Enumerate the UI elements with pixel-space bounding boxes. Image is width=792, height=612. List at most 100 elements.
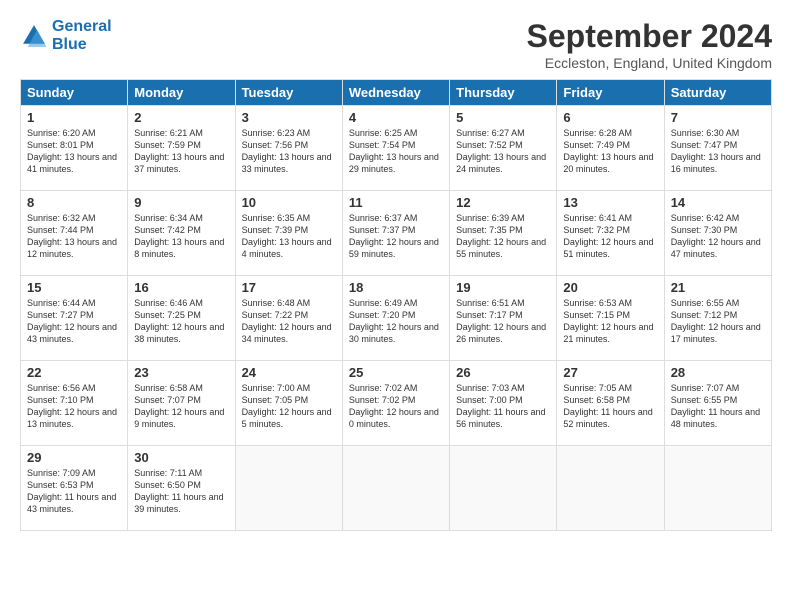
calendar-header-monday: Monday bbox=[128, 80, 235, 106]
month-title: September 2024 bbox=[527, 18, 772, 55]
day-number: 14 bbox=[671, 195, 765, 210]
calendar-header-friday: Friday bbox=[557, 80, 664, 106]
day-cell-29: 29 Sunrise: 7:09 AMSunset: 6:53 PMDayligh… bbox=[21, 446, 128, 531]
calendar-header-saturday: Saturday bbox=[664, 80, 771, 106]
logo-line2: Blue bbox=[52, 36, 87, 53]
day-number: 13 bbox=[563, 195, 657, 210]
cell-info: Sunrise: 6:55 AMSunset: 7:12 PMDaylight:… bbox=[671, 297, 765, 346]
day-cell-15: 15 Sunrise: 6:44 AMSunset: 7:27 PMDayligh… bbox=[21, 276, 128, 361]
day-number: 2 bbox=[134, 110, 228, 125]
day-number: 24 bbox=[242, 365, 336, 380]
day-number: 25 bbox=[349, 365, 443, 380]
calendar-body: 1 Sunrise: 6:20 AMSunset: 8:01 PMDaylight… bbox=[21, 106, 772, 531]
cell-info: Sunrise: 6:28 AMSunset: 7:49 PMDaylight:… bbox=[563, 127, 657, 176]
calendar-header-thursday: Thursday bbox=[450, 80, 557, 106]
cell-info: Sunrise: 6:27 AMSunset: 7:52 PMDaylight:… bbox=[456, 127, 550, 176]
day-cell-23: 23 Sunrise: 6:58 AMSunset: 7:07 PMDayligh… bbox=[128, 361, 235, 446]
day-cell-21: 21 Sunrise: 6:55 AMSunset: 7:12 PMDayligh… bbox=[664, 276, 771, 361]
cell-info: Sunrise: 6:44 AMSunset: 7:27 PMDaylight:… bbox=[27, 297, 121, 346]
title-block: September 2024 Eccleston, England, Unite… bbox=[527, 18, 772, 71]
day-cell-7: 7 Sunrise: 6:30 AMSunset: 7:47 PMDaylight… bbox=[664, 106, 771, 191]
location: Eccleston, England, United Kingdom bbox=[527, 55, 772, 71]
day-cell-4: 4 Sunrise: 6:25 AMSunset: 7:54 PMDaylight… bbox=[342, 106, 449, 191]
day-number: 21 bbox=[671, 280, 765, 295]
cell-info: Sunrise: 6:20 AMSunset: 8:01 PMDaylight:… bbox=[27, 127, 121, 176]
page: General Blue September 2024 Eccleston, E… bbox=[0, 0, 792, 612]
logo: General Blue bbox=[20, 18, 112, 53]
cell-info: Sunrise: 6:53 AMSunset: 7:15 PMDaylight:… bbox=[563, 297, 657, 346]
day-number: 3 bbox=[242, 110, 336, 125]
day-cell-11: 11 Sunrise: 6:37 AMSunset: 7:37 PMDayligh… bbox=[342, 191, 449, 276]
day-cell-30: 30Sunrise: 7:11 AMSunset: 6:50 PMDayligh… bbox=[128, 446, 235, 531]
day-cell-2: 2 Sunrise: 6:21 AMSunset: 7:59 PMDaylight… bbox=[128, 106, 235, 191]
day-cell-26: 26 Sunrise: 7:03 AMSunset: 7:00 PMDayligh… bbox=[450, 361, 557, 446]
cell-info: Sunrise: 7:09 AMSunset: 6:53 PMDaylight:… bbox=[27, 467, 121, 516]
cell-info: Sunrise: 6:51 AMSunset: 7:17 PMDaylight:… bbox=[456, 297, 550, 346]
day-number: 28 bbox=[671, 365, 765, 380]
day-number: 7 bbox=[671, 110, 765, 125]
cell-info: Sunrise: 6:49 AMSunset: 7:20 PMDaylight:… bbox=[349, 297, 443, 346]
empty-cell bbox=[557, 446, 664, 531]
day-cell-17: 17Sunrise: 6:48 AMSunset: 7:22 PMDayligh… bbox=[235, 276, 342, 361]
day-cell-12: 12Sunrise: 6:39 AMSunset: 7:35 PMDayligh… bbox=[450, 191, 557, 276]
calendar-week-1: 1 Sunrise: 6:20 AMSunset: 8:01 PMDaylight… bbox=[21, 106, 772, 191]
day-number: 4 bbox=[349, 110, 443, 125]
day-cell-1: 1 Sunrise: 6:20 AMSunset: 8:01 PMDaylight… bbox=[21, 106, 128, 191]
cell-info: Sunrise: 6:46 AMSunset: 7:25 PMDaylight:… bbox=[134, 297, 228, 346]
day-number: 26 bbox=[456, 365, 550, 380]
day-number: 16 bbox=[134, 280, 228, 295]
day-cell-28: 28Sunrise: 7:07 AMSunset: 6:55 PMDayligh… bbox=[664, 361, 771, 446]
cell-info: Sunrise: 6:48 AMSunset: 7:22 PMDaylight:… bbox=[242, 297, 336, 346]
day-number: 23 bbox=[134, 365, 228, 380]
day-number: 12 bbox=[456, 195, 550, 210]
cell-info: Sunrise: 6:34 AMSunset: 7:42 PMDaylight:… bbox=[134, 212, 228, 261]
cell-info: Sunrise: 6:42 AMSunset: 7:30 PMDaylight:… bbox=[671, 212, 765, 261]
day-number: 11 bbox=[349, 195, 443, 210]
day-cell-13: 13 Sunrise: 6:41 AMSunset: 7:32 PMDayligh… bbox=[557, 191, 664, 276]
day-cell-25: 25 Sunrise: 7:02 AMSunset: 7:02 PMDayligh… bbox=[342, 361, 449, 446]
empty-cell bbox=[235, 446, 342, 531]
cell-info: Sunrise: 6:41 AMSunset: 7:32 PMDaylight:… bbox=[563, 212, 657, 261]
day-cell-22: 22 Sunrise: 6:56 AMSunset: 7:10 PMDayligh… bbox=[21, 361, 128, 446]
calendar-week-3: 15 Sunrise: 6:44 AMSunset: 7:27 PMDayligh… bbox=[21, 276, 772, 361]
header: General Blue September 2024 Eccleston, E… bbox=[20, 18, 772, 71]
empty-cell bbox=[450, 446, 557, 531]
cell-info: Sunrise: 6:56 AMSunset: 7:10 PMDaylight:… bbox=[27, 382, 121, 431]
day-cell-14: 14 Sunrise: 6:42 AMSunset: 7:30 PMDayligh… bbox=[664, 191, 771, 276]
day-cell-16: 16 Sunrise: 6:46 AMSunset: 7:25 PMDayligh… bbox=[128, 276, 235, 361]
cell-info: Sunrise: 7:00 AMSunset: 7:05 PMDaylight:… bbox=[242, 382, 336, 431]
day-number: 10 bbox=[242, 195, 336, 210]
day-number: 20 bbox=[563, 280, 657, 295]
cell-info: Sunrise: 6:37 AMSunset: 7:37 PMDaylight:… bbox=[349, 212, 443, 261]
day-cell-9: 9Sunrise: 6:34 AMSunset: 7:42 PMDaylight… bbox=[128, 191, 235, 276]
empty-cell bbox=[342, 446, 449, 531]
calendar-header-wednesday: Wednesday bbox=[342, 80, 449, 106]
cell-info: Sunrise: 6:21 AMSunset: 7:59 PMDaylight:… bbox=[134, 127, 228, 176]
day-cell-8: 8 Sunrise: 6:32 AMSunset: 7:44 PMDaylight… bbox=[21, 191, 128, 276]
day-cell-18: 18Sunrise: 6:49 AMSunset: 7:20 PMDayligh… bbox=[342, 276, 449, 361]
day-cell-6: 6Sunrise: 6:28 AMSunset: 7:49 PMDaylight… bbox=[557, 106, 664, 191]
day-number: 29 bbox=[27, 450, 121, 465]
day-cell-20: 20 Sunrise: 6:53 AMSunset: 7:15 PMDayligh… bbox=[557, 276, 664, 361]
day-number: 5 bbox=[456, 110, 550, 125]
day-number: 27 bbox=[563, 365, 657, 380]
day-cell-5: 5 Sunrise: 6:27 AMSunset: 7:52 PMDaylight… bbox=[450, 106, 557, 191]
day-number: 19 bbox=[456, 280, 550, 295]
day-number: 1 bbox=[27, 110, 121, 125]
cell-info: Sunrise: 6:32 AMSunset: 7:44 PMDaylight:… bbox=[27, 212, 121, 261]
logo-icon bbox=[20, 22, 48, 50]
cell-info: Sunrise: 6:23 AMSunset: 7:56 PMDaylight:… bbox=[242, 127, 336, 176]
day-cell-27: 27Sunrise: 7:05 AMSunset: 6:58 PMDayligh… bbox=[557, 361, 664, 446]
day-cell-3: 3 Sunrise: 6:23 AMSunset: 7:56 PMDaylight… bbox=[235, 106, 342, 191]
cell-info: Sunrise: 7:02 AMSunset: 7:02 PMDaylight:… bbox=[349, 382, 443, 431]
calendar-week-4: 22 Sunrise: 6:56 AMSunset: 7:10 PMDayligh… bbox=[21, 361, 772, 446]
calendar-week-5: 29 Sunrise: 7:09 AMSunset: 6:53 PMDayligh… bbox=[21, 446, 772, 531]
cell-info: Sunrise: 6:58 AMSunset: 7:07 PMDaylight:… bbox=[134, 382, 228, 431]
day-number: 15 bbox=[27, 280, 121, 295]
cell-info: Sunrise: 6:25 AMSunset: 7:54 PMDaylight:… bbox=[349, 127, 443, 176]
cell-info: Sunrise: 6:30 AMSunset: 7:47 PMDaylight:… bbox=[671, 127, 765, 176]
calendar-week-2: 8 Sunrise: 6:32 AMSunset: 7:44 PMDaylight… bbox=[21, 191, 772, 276]
cell-info: Sunrise: 7:03 AMSunset: 7:00 PMDaylight:… bbox=[456, 382, 550, 431]
day-number: 8 bbox=[27, 195, 121, 210]
day-number: 22 bbox=[27, 365, 121, 380]
